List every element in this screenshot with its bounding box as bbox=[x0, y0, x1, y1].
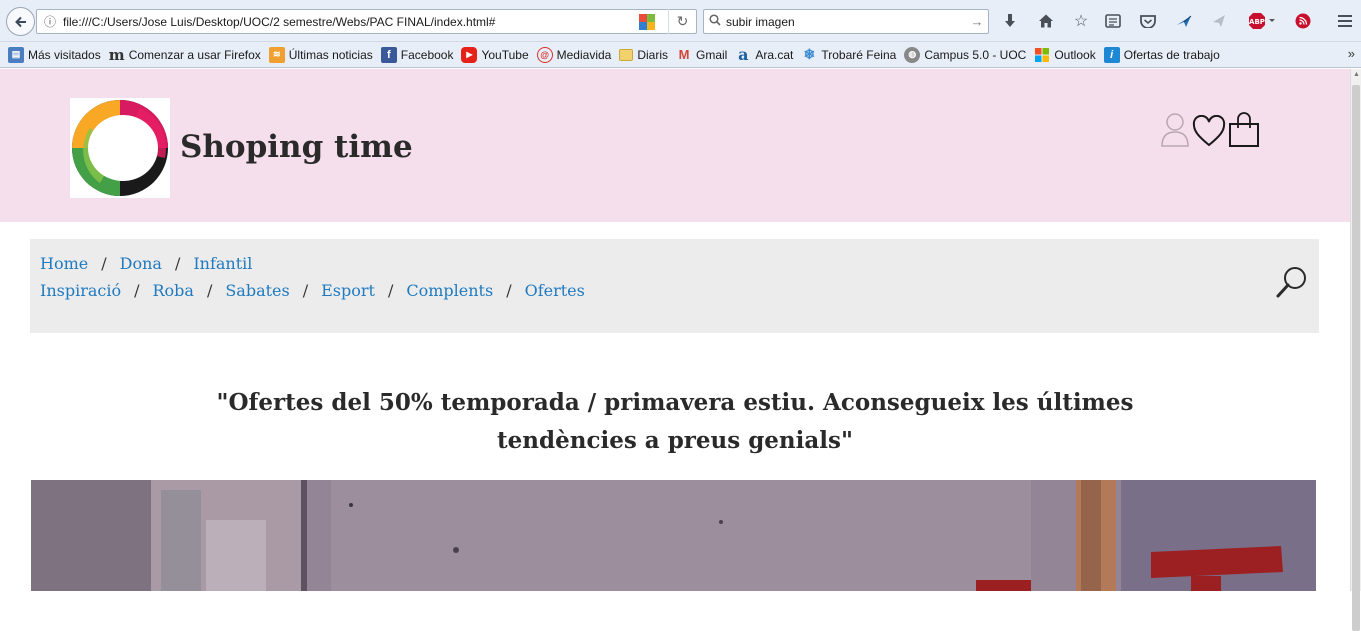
heart-icon[interactable] bbox=[1192, 115, 1226, 147]
bookmark-label: Comenzar a usar Firefox bbox=[128, 47, 261, 62]
nav-link-inspiracio[interactable]: Inspiració bbox=[40, 281, 121, 300]
url-text[interactable]: file:///C:/Users/Jose Luis/Desktop/UOC/2… bbox=[63, 15, 636, 29]
shopping-bag-icon[interactable] bbox=[1228, 112, 1260, 148]
browser-toolbar: ⓘ file:///C:/Users/Jose Luis/Desktop/UOC… bbox=[0, 0, 1361, 42]
svg-text:ABP: ABP bbox=[1249, 18, 1265, 26]
nav-row-secondary: Inspiració / Roba / Sabates / Esport / C… bbox=[40, 281, 585, 300]
bookmark-label: YouTube bbox=[481, 47, 529, 62]
snowflake-icon: ❄ bbox=[803, 46, 816, 62]
bookmark-item[interactable]: i Ofertas de trabajo bbox=[1103, 46, 1220, 63]
bookmark-item[interactable]: Outlook bbox=[1034, 47, 1096, 63]
nav-separator: / bbox=[506, 281, 512, 300]
bookmark-label: Trobaré Feina bbox=[821, 47, 897, 62]
nav-link-ofertes[interactable]: Ofertes bbox=[525, 281, 585, 300]
logo-rings-icon bbox=[72, 100, 168, 196]
back-arrow-icon bbox=[14, 16, 26, 27]
site-title[interactable]: Shoping time bbox=[180, 129, 413, 165]
addon-icon[interactable] bbox=[636, 13, 658, 30]
nav-separator: / bbox=[174, 254, 181, 273]
promo-headline: "Ofertes del 50% temporada / primavera e… bbox=[216, 389, 1134, 454]
rss-extension-icon[interactable] bbox=[1293, 11, 1313, 31]
bookmark-star-icon[interactable]: ☆ bbox=[1071, 11, 1091, 31]
bookmark-item[interactable]: ▶ YouTube bbox=[461, 46, 529, 63]
ara-icon: a bbox=[738, 45, 749, 64]
search-icon bbox=[704, 13, 726, 31]
hamburger-menu-icon[interactable] bbox=[1335, 11, 1355, 31]
home-icon[interactable] bbox=[1036, 11, 1056, 31]
bookmark-item[interactable]: Diaris bbox=[619, 48, 668, 62]
search-magnifier-icon[interactable] bbox=[1275, 265, 1309, 299]
nav-link-esport[interactable]: Esport bbox=[321, 281, 375, 300]
bookmark-label: Outlook bbox=[1054, 47, 1096, 62]
nav-separator: / bbox=[101, 254, 107, 273]
nav-separator: / bbox=[387, 281, 394, 300]
adblock-icon[interactable]: ABP bbox=[1247, 11, 1277, 31]
nav-separator: / bbox=[302, 281, 309, 300]
main-navigation: Home / Dona / Infantil Inspiració / Roba… bbox=[30, 239, 1319, 333]
download-icon[interactable] bbox=[1000, 11, 1020, 31]
bookmark-label: Más visitados bbox=[28, 47, 101, 62]
bookmark-item[interactable]: m Comenzar a usar Firefox bbox=[108, 45, 261, 64]
folder-icon bbox=[619, 48, 634, 61]
facebook-icon: f bbox=[380, 46, 397, 63]
search-go-icon[interactable]: → bbox=[966, 14, 988, 29]
reading-list-icon[interactable] bbox=[1103, 11, 1123, 31]
hero-banner-image bbox=[31, 480, 1316, 591]
bookmark-item[interactable]: a Ara.cat bbox=[735, 45, 794, 64]
site-logo[interactable] bbox=[70, 98, 170, 198]
nav-link-home[interactable]: Home bbox=[40, 254, 88, 273]
bookmark-label: Ara.cat bbox=[755, 47, 794, 62]
nav-link-roba[interactable]: Roba bbox=[152, 281, 193, 300]
reload-icon[interactable]: ↻ bbox=[668, 9, 696, 34]
pocket-icon[interactable] bbox=[1138, 11, 1158, 31]
bookmark-label: Últimas noticias bbox=[288, 47, 373, 62]
web-page: Shoping time Home / Dona / Infantil Insp… bbox=[0, 69, 1350, 591]
bookmark-item[interactable]: M Gmail bbox=[676, 47, 728, 63]
back-button[interactable] bbox=[6, 7, 35, 36]
extension-bird-icon[interactable] bbox=[1174, 11, 1194, 31]
bookmark-label: Gmail bbox=[696, 47, 728, 62]
url-bar[interactable]: ⓘ file:///C:/Users/Jose Luis/Desktop/UOC… bbox=[36, 9, 697, 34]
mozilla-m-icon: m bbox=[108, 45, 125, 64]
nav-separator: / bbox=[134, 281, 140, 300]
bookmark-item[interactable]: ◍ Campus 5.0 - UOC bbox=[904, 46, 1027, 63]
youtube-icon: ▶ bbox=[461, 46, 478, 63]
nav-link-infantil[interactable]: Infantil bbox=[193, 254, 252, 273]
bookmark-label: Diaris bbox=[637, 47, 669, 62]
bookmark-item[interactable]: @ Mediavida bbox=[536, 46, 612, 63]
bookmark-label: Campus 5.0 - UOC bbox=[924, 47, 1027, 62]
mediavida-icon: @ bbox=[536, 46, 553, 63]
nav-separator: / bbox=[206, 281, 213, 300]
page-scrollbar[interactable]: ▲ bbox=[1350, 69, 1361, 631]
nav-link-sabates[interactable]: Sabates bbox=[225, 281, 289, 300]
windows-icon bbox=[1034, 47, 1050, 63]
user-icon[interactable] bbox=[1160, 111, 1190, 147]
hero-photo bbox=[31, 480, 1316, 591]
bookmark-item[interactable]: ❄ Trobaré Feina bbox=[801, 46, 897, 63]
nav-link-dona[interactable]: Dona bbox=[120, 254, 162, 273]
scrollbar-thumb[interactable] bbox=[1352, 85, 1360, 631]
search-input[interactable] bbox=[726, 14, 966, 29]
nav-link-complents[interactable]: Complents bbox=[406, 281, 493, 300]
globe-icon: ◍ bbox=[904, 46, 921, 63]
bookmark-item[interactable]: f Facebook bbox=[380, 46, 454, 63]
site-header: Shoping time bbox=[0, 69, 1350, 222]
bookmarks-overflow-icon[interactable]: » bbox=[1348, 46, 1355, 61]
gmail-icon: M bbox=[678, 47, 690, 62]
send-icon[interactable] bbox=[1209, 11, 1229, 31]
bookmark-label: Mediavida bbox=[556, 47, 612, 62]
bookmark-item[interactable]: ≋ Últimas noticias bbox=[268, 46, 373, 63]
info-icon[interactable]: ⓘ bbox=[37, 13, 63, 30]
most-visited-icon: ▤ bbox=[8, 46, 24, 63]
bookmark-label: Facebook bbox=[400, 47, 454, 62]
rss-feed-icon: ≋ bbox=[268, 46, 285, 63]
bookmark-label: Ofertas de trabajo bbox=[1123, 47, 1220, 62]
bookmark-item[interactable]: ▤ Más visitados bbox=[8, 46, 101, 63]
search-bar[interactable]: → bbox=[703, 9, 989, 34]
infojobs-icon: i bbox=[1103, 46, 1120, 63]
scroll-up-icon[interactable]: ▲ bbox=[1353, 71, 1360, 78]
bookmarks-bar: ▤ Más visitados m Comenzar a usar Firefo… bbox=[0, 42, 1361, 68]
nav-row-primary: Home / Dona / Infantil bbox=[40, 254, 252, 273]
